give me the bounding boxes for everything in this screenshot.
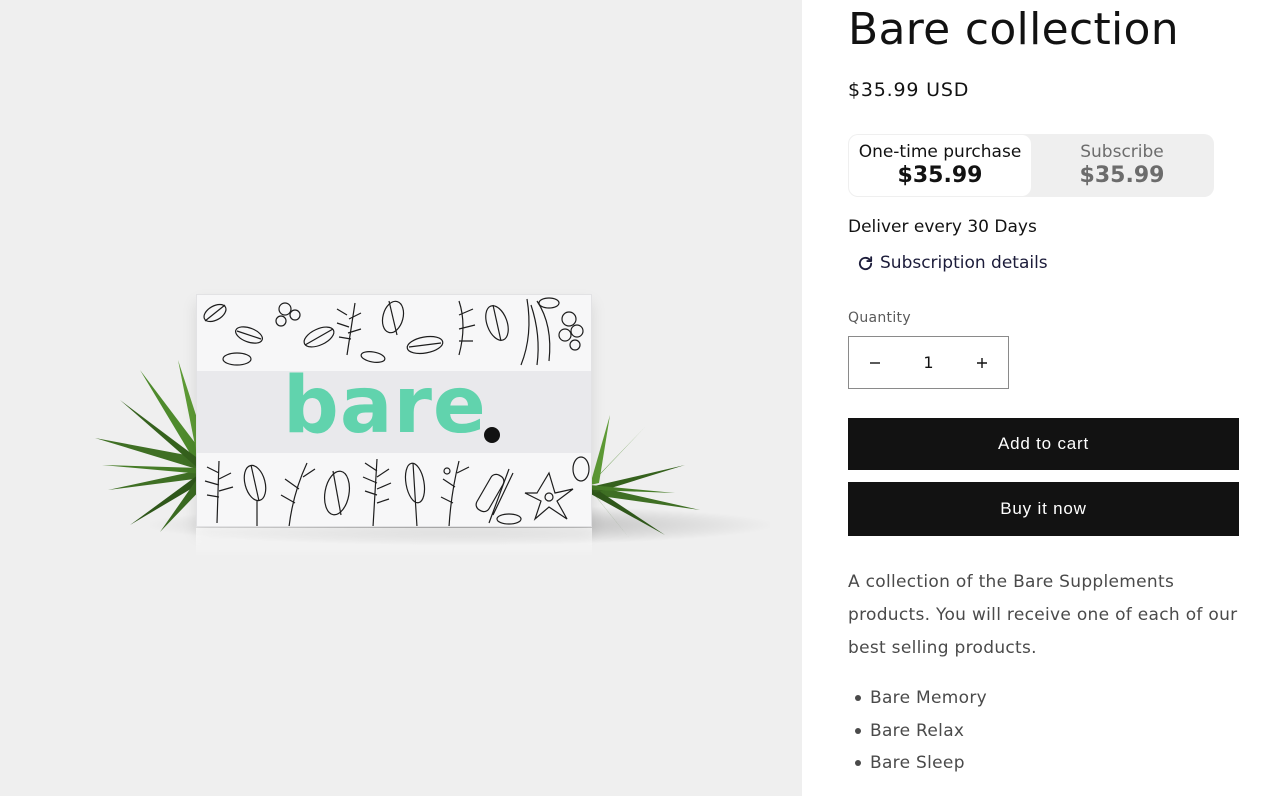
quantity-input[interactable] xyxy=(901,337,956,388)
brand-logo-dot xyxy=(484,427,500,443)
delivery-frequency: Deliver every 30 Days xyxy=(848,217,1037,237)
herb-pattern-top xyxy=(203,297,584,366)
subscription-details-link[interactable]: Subscription details xyxy=(857,253,1048,273)
quantity-label: Quantity xyxy=(848,310,911,326)
list-item-label: Bare Relax xyxy=(870,720,965,741)
product-title: Bare collection xyxy=(848,4,1179,55)
option-label: One-time purchase xyxy=(858,142,1022,163)
product-reflection xyxy=(196,528,592,556)
increase-quantity-button[interactable] xyxy=(956,337,1008,388)
refresh-icon xyxy=(858,255,873,270)
quantity-stepper xyxy=(848,336,1009,389)
list-item: Bare Sleep xyxy=(848,747,987,780)
list-item: Bare Memory xyxy=(848,682,987,715)
product-description: A collection of the Bare Supplements pro… xyxy=(848,572,1238,658)
plus-icon xyxy=(977,357,987,368)
herb-pattern-bottom xyxy=(204,456,590,526)
option-label: Subscribe xyxy=(1080,142,1164,163)
subscribe-option[interactable]: Subscribe $35.99 xyxy=(1031,135,1213,196)
list-item-label: Bare Sleep xyxy=(870,753,965,773)
decrease-quantity-button[interactable] xyxy=(849,337,901,388)
one-time-purchase-option[interactable]: One-time purchase $35.99 xyxy=(849,135,1031,196)
bullet-icon xyxy=(855,695,861,702)
purchase-option-toggle: One-time purchase $35.99 Subscribe $35.9… xyxy=(848,134,1214,197)
list-item-label: Bare Memory xyxy=(870,688,987,708)
list-item: Bare Relax xyxy=(848,715,987,748)
buy-it-now-button[interactable]: Buy it now xyxy=(848,482,1239,536)
plant-right-image xyxy=(589,415,700,539)
bullet-icon xyxy=(855,727,861,734)
product-box-image: bare xyxy=(196,294,592,527)
option-price: $35.99 xyxy=(897,162,983,188)
minus-icon xyxy=(870,361,880,364)
product-media[interactable]: bare xyxy=(0,0,802,796)
product-price: $35.99 USD xyxy=(848,79,970,101)
included-products-list: Bare Memory Bare Relax Bare Sleep xyxy=(848,682,987,780)
option-price: $35.99 xyxy=(1079,162,1165,188)
bullet-icon xyxy=(855,760,861,767)
brand-logo: bare xyxy=(283,361,487,451)
add-to-cart-button[interactable]: Add to cart xyxy=(848,418,1239,470)
subscription-details-label: Subscription details xyxy=(880,253,1048,273)
